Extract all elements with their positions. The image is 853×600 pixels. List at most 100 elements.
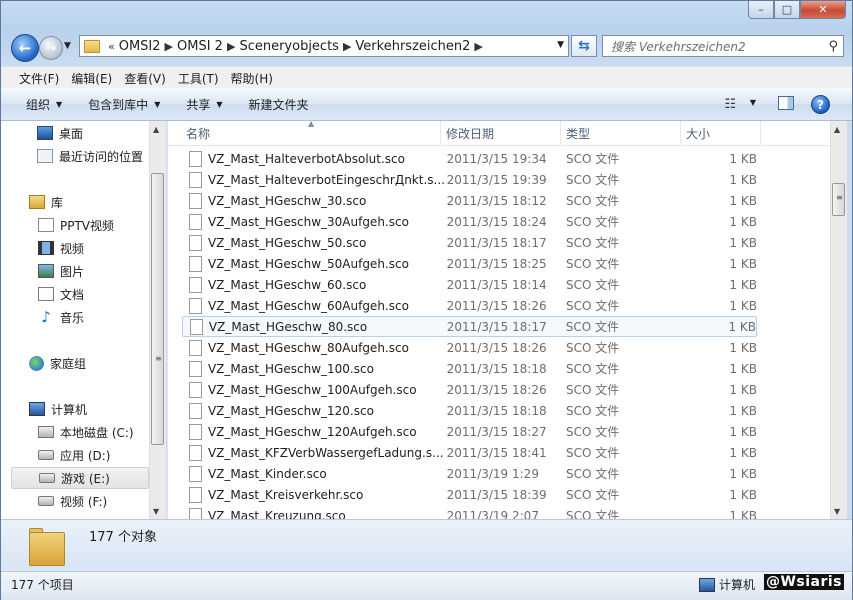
file-size: 1 KB: [729, 403, 757, 418]
overflow-chevron[interactable]: «: [108, 40, 115, 53]
organize-button[interactable]: 组织 ▼: [26, 96, 62, 113]
nav-computer[interactable]: 计算机: [29, 398, 166, 420]
share-button[interactable]: 共享 ▼: [186, 96, 222, 113]
preview-pane-icon[interactable]: [778, 96, 794, 110]
file-row[interactable]: VZ_Mast_HGeschw_30.sco 2011/3/15 18:12 SCO…: [182, 190, 757, 211]
search-icon[interactable]: ⚲: [828, 39, 838, 54]
menu-edit[interactable]: 编辑(E): [71, 70, 112, 87]
nav-drive-f[interactable]: 视频 (F:): [38, 490, 166, 512]
nav-documents[interactable]: 文档: [38, 283, 166, 305]
nav-scroll-thumb[interactable]: ≡: [151, 173, 164, 445]
file-row[interactable]: VZ_Mast_HGeschw_50.sco 2011/3/15 18:17 SCO…: [182, 232, 757, 253]
file-name: VZ_Mast_HGeschw_50.sco: [207, 235, 367, 250]
nav-scrollbar[interactable]: ▲ ≡ ▼: [149, 121, 166, 519]
file-name: VZ_Mast_KFZVerbWassergefLadung.s...: [207, 445, 444, 460]
watermark-signature: @Wsiaris: [763, 574, 844, 590]
search-placeholder: 搜索 Verkehrszeichen2: [611, 39, 746, 54]
homegroup-icon: [29, 355, 44, 371]
search-box[interactable]: 搜索 Verkehrszeichen2 ⚲: [602, 35, 844, 57]
close-button[interactable]: ✕: [800, 1, 846, 19]
file-name: VZ_Mast_HGeschw_50Aufgeh.sco: [207, 256, 409, 271]
file-row[interactable]: VZ_Mast_KFZVerbWassergefLadung.s... 2011/…: [182, 442, 757, 463]
column-type[interactable]: 类型: [561, 121, 681, 145]
scroll-down-icon[interactable]: ▼: [153, 507, 159, 516]
nav-desktop[interactable]: 桌面: [37, 122, 166, 144]
breadcrumb-sceneryobjects[interactable]: Sceneryobjects: [239, 39, 339, 54]
file-date: 2011/3/15 18:26: [446, 298, 547, 313]
file-type: SCO 文件: [566, 278, 620, 292]
drive-icon: [38, 496, 54, 506]
file-row[interactable]: VZ_Mast_Kinder.sco 2011/3/19 1:29 SCO 文件 1 …: [182, 463, 757, 484]
nav-pictures[interactable]: 图片: [38, 260, 166, 282]
file-row[interactable]: VZ_Mast_HalteverbotEingeschrДnkt.s... 201…: [182, 169, 757, 190]
nav-recent-places[interactable]: 最近访问的位置: [37, 145, 166, 167]
file-list-scrollbar[interactable]: ▲ ≡ ▼: [830, 121, 847, 519]
column-name[interactable]: 名称 ▲: [168, 121, 441, 145]
file-row[interactable]: VZ_Mast_HGeschw_80Aufgeh.sco 2011/3/15 18…: [182, 337, 757, 358]
new-folder-button[interactable]: 新建文件夹: [249, 96, 309, 113]
refresh-button[interactable]: ⇆: [571, 35, 597, 57]
change-view-icon[interactable]: ☷: [724, 97, 736, 112]
file-type: SCO 文件: [566, 362, 620, 376]
breadcrumb-arrow-icon[interactable]: ▶: [343, 40, 351, 53]
breadcrumb-omsi2[interactable]: OMSI2: [119, 39, 161, 54]
address-bar[interactable]: « OMSI2 ▶ OMSI 2 ▶ Sceneryobjects ▶ Verk…: [79, 35, 569, 57]
file-row[interactable]: VZ_Mast_HGeschw_30Aufgeh.sco 2011/3/15 18…: [182, 211, 757, 232]
scroll-up-icon[interactable]: ▲: [153, 125, 159, 134]
file-size: 1 KB: [729, 340, 757, 355]
file-row[interactable]: VZ_Mast_HalteverbotAbsolut.sco 2011/3/15 …: [182, 148, 757, 169]
address-dropdown-icon[interactable]: ▼: [557, 40, 564, 50]
folder-icon: [29, 526, 65, 566]
nav-drive-d[interactable]: 应用 (D:): [38, 444, 166, 466]
nav-drive-c[interactable]: 本地磁盘 (C:): [38, 421, 166, 443]
menu-view[interactable]: 查看(V): [124, 70, 166, 87]
minimize-button[interactable]: –: [748, 1, 774, 19]
help-icon[interactable]: ?: [811, 95, 830, 114]
file-row[interactable]: VZ_Mast_HGeschw_120Aufgeh.sco 2011/3/15 1…: [182, 421, 757, 442]
file-row[interactable]: VZ_Mast_HGeschw_60Aufgeh.sco 2011/3/15 18…: [182, 295, 757, 316]
file-row[interactable]: VZ_Mast_HGeschw_100.sco 2011/3/15 18:18 SC…: [182, 358, 757, 379]
column-size[interactable]: 大小: [681, 121, 761, 145]
file-row[interactable]: VZ_Mast_Kreuzung.sco 2011/3/19 2:07 SCO 文件…: [182, 505, 757, 519]
file-row[interactable]: VZ_Mast_Kreisverkehr.sco 2011/3/15 18:39 S…: [182, 484, 757, 505]
menu-tools[interactable]: 工具(T): [178, 70, 219, 87]
scroll-up-icon[interactable]: ▲: [834, 125, 840, 134]
file-type: SCO 文件: [566, 425, 620, 439]
menu-help[interactable]: 帮助(H): [231, 70, 273, 87]
recent-pages-dropdown[interactable]: ▼: [64, 41, 71, 51]
column-modified[interactable]: 修改日期: [441, 121, 561, 145]
breadcrumb-arrow-icon[interactable]: ▶: [227, 40, 235, 53]
breadcrumb-omsi-2[interactable]: OMSI 2: [177, 39, 223, 54]
nav-music[interactable]: ♪ 音乐: [38, 306, 166, 328]
file-row[interactable]: VZ_Mast_HGeschw_100Aufgeh.sco 2011/3/15 1…: [182, 379, 757, 400]
scroll-down-icon[interactable]: ▼: [834, 507, 840, 516]
nav-drive-e[interactable]: 游戏 (E:): [11, 467, 149, 489]
file-row[interactable]: VZ_Mast_HGeschw_50Aufgeh.sco 2011/3/15 18…: [182, 253, 757, 274]
details-pane: 177 个对象: [1, 519, 852, 572]
file-row[interactable]: VZ_Mast_HGeschw_80.sco 2011/3/15 18:17 SCO…: [182, 316, 757, 337]
breadcrumb-arrow-icon[interactable]: ▶: [474, 40, 482, 53]
nav-libraries[interactable]: 库: [29, 191, 166, 213]
maximize-button[interactable]: □: [774, 1, 800, 19]
file-name: VZ_Mast_Kinder.sco: [207, 466, 327, 481]
nav-homegroup[interactable]: 家庭组: [29, 352, 166, 374]
menu-file[interactable]: 文件(F): [19, 70, 59, 87]
file-type: SCO 文件: [566, 467, 620, 481]
file-icon: [189, 234, 202, 251]
file-row[interactable]: VZ_Mast_HGeschw_120.sco 2011/3/15 18:18 SC…: [182, 400, 757, 421]
file-date: 2011/3/15 18:18: [446, 403, 547, 418]
libraries-icon: [29, 195, 45, 209]
forward-button[interactable]: →: [39, 36, 63, 60]
back-button[interactable]: ←: [11, 34, 39, 62]
file-row[interactable]: VZ_Mast_HGeschw_60.sco 2011/3/15 18:14 SCO…: [182, 274, 757, 295]
include-in-library-button[interactable]: 包含到库中 ▼: [88, 96, 160, 113]
file-size: 1 KB: [729, 172, 757, 187]
breadcrumb-verkehrszeichen2[interactable]: Verkehrszeichen2: [355, 39, 470, 54]
view-dropdown-icon[interactable]: ▼: [750, 98, 756, 107]
file-name: VZ_Mast_HalteverbotAbsolut.sco: [207, 151, 405, 166]
breadcrumb-arrow-icon[interactable]: ▶: [165, 40, 173, 53]
file-type: SCO 文件: [566, 488, 620, 502]
file-list-scroll-thumb[interactable]: ≡: [832, 183, 845, 216]
nav-pptv[interactable]: PPTV视频: [38, 214, 166, 236]
nav-videos[interactable]: 视频: [38, 237, 166, 259]
